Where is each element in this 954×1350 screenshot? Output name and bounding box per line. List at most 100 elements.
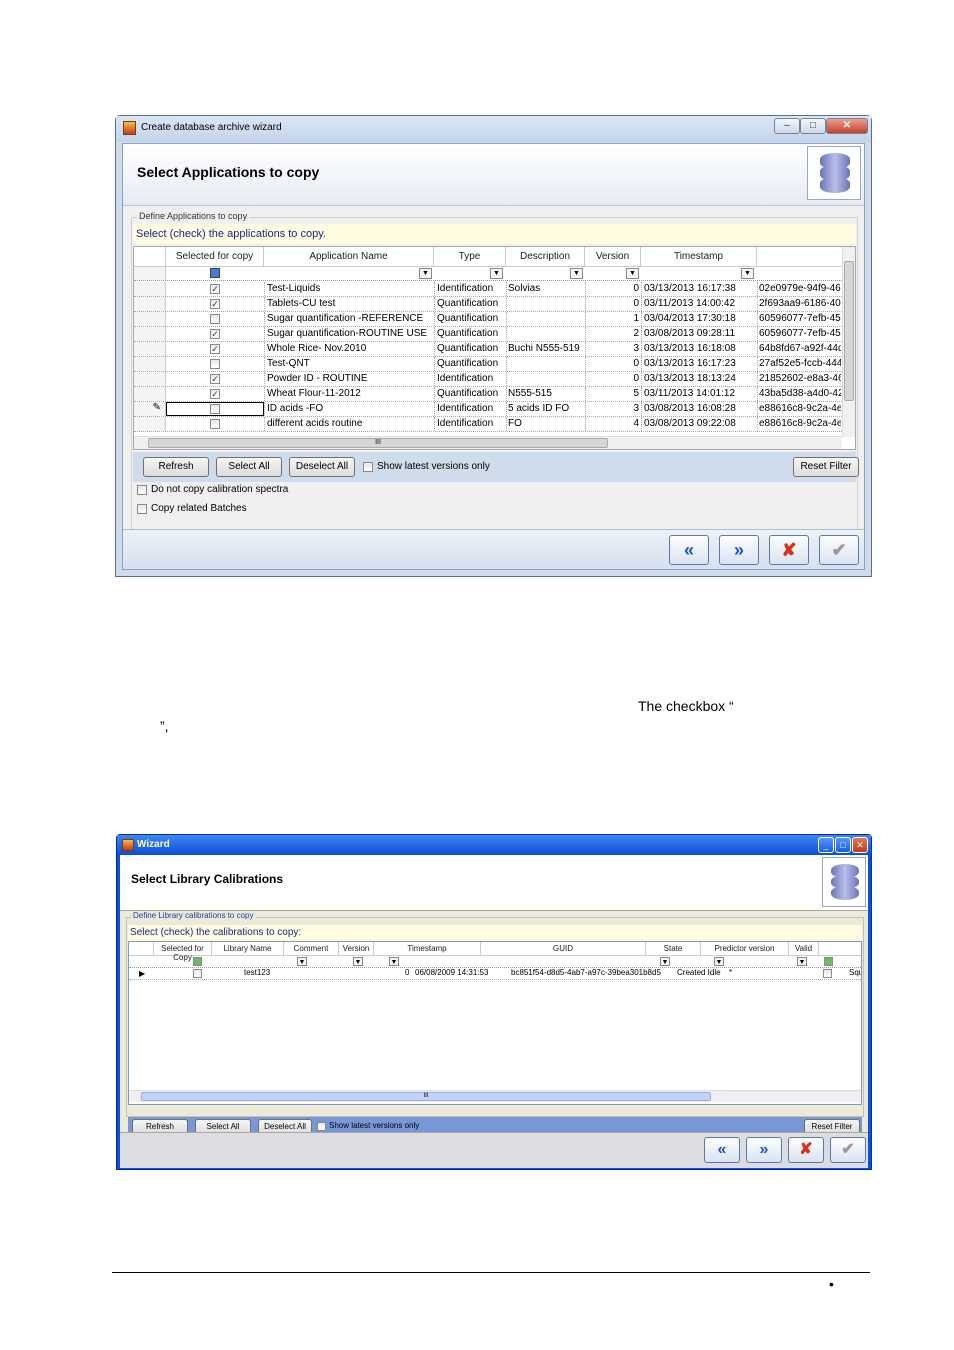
row-header[interactable] [134, 417, 166, 431]
vertical-scroll-thumb[interactable] [844, 261, 854, 401]
row-select-checkbox[interactable] [210, 389, 220, 399]
col-version[interactable]: Version [585, 247, 641, 266]
filter-dropdown-version[interactable]: ▼ [626, 268, 639, 279]
col-version[interactable]: Version [339, 942, 374, 955]
column-separator [506, 357, 507, 371]
refresh-button[interactable]: Refresh [143, 457, 209, 477]
row-select-checkbox[interactable] [210, 419, 220, 429]
show-latest-checkbox[interactable] [317, 1122, 326, 1131]
close-button[interactable]: ✕ [852, 837, 868, 853]
filter-dropdown-state[interactable]: ▼ [714, 957, 724, 966]
row-select-checkbox[interactable] [210, 284, 220, 294]
table-row[interactable]: Sugar quantification-ROUTINE USE Quantifi… [134, 327, 842, 342]
close-button[interactable]: ✕ [826, 118, 868, 134]
app-icon [123, 121, 136, 135]
table-row[interactable]: ✎ ID acids -FO Identification 5 acids ID FO… [134, 402, 842, 417]
row-header[interactable] [134, 297, 166, 311]
horizontal-scroll-thumb[interactable]: III [148, 438, 608, 448]
vertical-scrollbar[interactable] [842, 247, 855, 437]
filter-dropdown-name[interactable]: ▼ [419, 268, 432, 279]
col-description[interactable]: Description [506, 247, 585, 266]
maximize-button[interactable]: □ [800, 118, 826, 134]
minimize-button[interactable]: – [774, 118, 800, 134]
col-selected[interactable]: Selected for Copy [154, 942, 212, 962]
reset-filter-button[interactable]: Reset Filter [793, 457, 859, 477]
valid-filter-checkbox[interactable] [824, 957, 833, 966]
deselect-all-button[interactable]: Deselect All [289, 457, 355, 477]
cell-guid: 64b8fd67-a92f-44d [759, 343, 841, 354]
col-guid[interactable] [757, 247, 842, 266]
col-predictor-version[interactable]: Predictor version [701, 942, 789, 955]
next-page-button[interactable]: » [719, 535, 759, 565]
database-icon [822, 857, 866, 907]
table-row[interactable]: Tablets-CU test Quantification 0 03/11/2013… [134, 297, 842, 312]
table-row[interactable]: Powder ID - ROUTINE Identification 0 03/13/… [134, 372, 842, 387]
table-row[interactable]: Test-QNT Quantification 0 03/13/2013 16:17:… [134, 357, 842, 372]
filter-dropdown-type[interactable]: ▼ [490, 268, 503, 279]
row-header[interactable] [134, 357, 166, 371]
first-page-button[interactable]: « [669, 535, 709, 565]
finish-button[interactable]: ✔ [819, 535, 859, 565]
row-select-checkbox[interactable] [210, 374, 220, 384]
table-row[interactable]: different acids routine Identification FO 4… [134, 417, 842, 432]
col-type[interactable]: Type [434, 247, 506, 266]
column-separator [264, 342, 265, 356]
row-header[interactable] [134, 282, 166, 296]
cancel-button[interactable]: ✘ [788, 1137, 824, 1163]
select-all-button[interactable]: Select All [216, 457, 282, 477]
column-separator [641, 357, 642, 371]
row-select-checkbox[interactable] [210, 329, 220, 339]
valid-checkbox[interactable] [823, 969, 832, 978]
filter-dropdown-predictor[interactable]: ▼ [797, 957, 807, 966]
filter-dropdown-timestamp[interactable]: ▼ [741, 268, 754, 279]
horizontal-scrollbar[interactable]: III [134, 436, 842, 449]
select-all-filter-checkbox[interactable] [210, 268, 220, 278]
filter-dropdown-library[interactable]: ▼ [297, 957, 307, 966]
col-selected[interactable]: Selected for copy [166, 247, 264, 266]
filter-dropdown-version[interactable]: ▼ [389, 957, 399, 966]
col-timestamp[interactable]: Timestamp [374, 942, 481, 955]
maximize-button[interactable]: □ [835, 837, 851, 853]
show-latest-checkbox[interactable] [363, 462, 373, 472]
row-header[interactable] [134, 312, 166, 326]
col-valid[interactable]: Valid [789, 942, 819, 955]
col-comment[interactable]: Comment [284, 942, 339, 955]
next-page-button[interactable]: » [746, 1137, 782, 1163]
row-header[interactable] [134, 372, 166, 386]
col-state[interactable]: State [646, 942, 701, 955]
col-library-name[interactable]: Library Name [212, 942, 284, 955]
col-guid[interactable]: GUID [481, 942, 646, 955]
row-select-checkbox[interactable] [193, 969, 202, 978]
table-row[interactable]: Sugar quantification -REFERENCE Quantific… [134, 312, 842, 327]
copy-batches-checkbox[interactable] [137, 504, 147, 514]
row-select-checkbox[interactable] [210, 344, 220, 354]
finish-button[interactable]: ✔ [830, 1137, 866, 1163]
filter-dropdown-comment[interactable]: ▼ [353, 957, 363, 966]
row-header[interactable]: ✎ [134, 402, 166, 416]
filter-dropdown-guid[interactable]: ▼ [660, 957, 670, 966]
select-all-filter-checkbox[interactable] [193, 957, 202, 966]
no-calibration-checkbox[interactable] [137, 485, 147, 495]
row-header[interactable] [134, 342, 166, 356]
table-row[interactable]: ▶ test123 0 06/08/2009 14:31:53 bc851f54… [129, 968, 861, 980]
filter-dropdown-description[interactable]: ▼ [570, 268, 583, 279]
cell-description: FO [508, 418, 522, 429]
row-header[interactable] [134, 327, 166, 341]
cell-type: Identification [437, 283, 494, 294]
cancel-button[interactable]: ✘ [769, 535, 809, 565]
col-timestamp[interactable]: Timestamp [641, 247, 757, 266]
col-app-name[interactable]: Application Name [264, 247, 434, 266]
table-row[interactable]: Test-Liquids Identification Solvias 0 03/13/… [134, 282, 842, 297]
first-page-button[interactable]: « [704, 1137, 740, 1163]
row-select-checkbox[interactable] [210, 359, 220, 369]
column-separator [434, 282, 435, 296]
current-row-indicator-icon: ▶ [139, 969, 146, 978]
minimize-button[interactable]: _ [818, 837, 834, 853]
table-row[interactable]: Whole Rice- Nov.2010 Quantification Buchi … [134, 342, 842, 357]
horizontal-scrollbar[interactable]: III [129, 1090, 861, 1102]
row-select-checkbox[interactable] [210, 314, 220, 324]
row-header[interactable] [134, 387, 166, 401]
horizontal-scroll-thumb[interactable]: III [141, 1092, 711, 1101]
table-row[interactable]: Wheat Flour-11-2012 Quantification N555-51… [134, 387, 842, 402]
row-select-checkbox[interactable] [210, 299, 220, 309]
